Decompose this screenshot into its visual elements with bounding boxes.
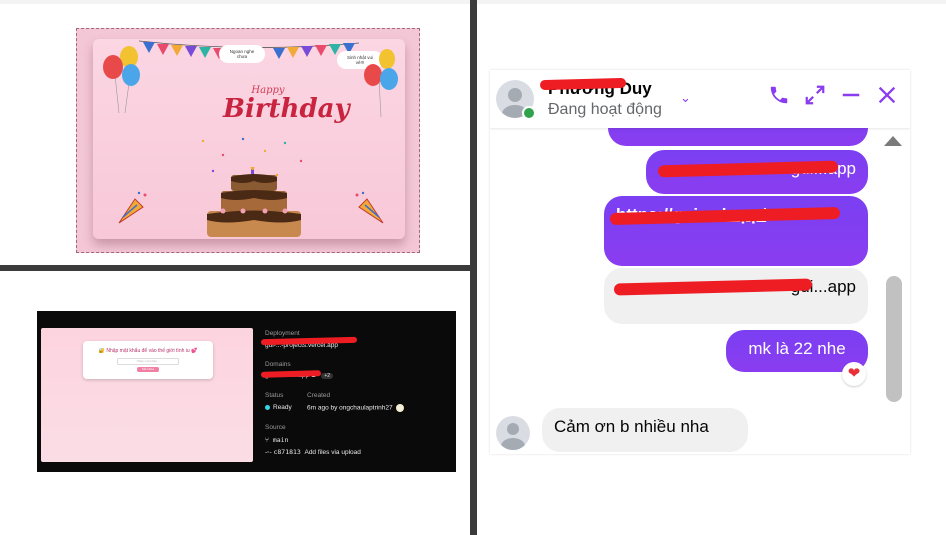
phone-icon[interactable] — [766, 84, 792, 112]
ready-dot-icon — [265, 404, 270, 410]
created-label: Created — [307, 392, 331, 399]
birthday-text: Birthday — [223, 94, 350, 124]
branch-row[interactable]: ⑂ main — [265, 436, 288, 444]
contact-status: Đang hoạt động — [548, 101, 662, 118]
minimize-icon[interactable] — [838, 84, 864, 112]
created-value: 6m ago by ongchaulaptrinh27 — [307, 404, 404, 412]
contact-avatar-small[interactable] — [496, 416, 530, 450]
horizontal-divider — [0, 265, 470, 271]
heart-reaction-icon[interactable]: ❤ — [842, 362, 866, 386]
balloons-left-icon — [103, 46, 140, 114]
close-icon[interactable] — [874, 84, 900, 112]
chevron-down-icon[interactable]: ⌄ — [680, 90, 691, 106]
message-text: mk là 22 nhe — [748, 339, 846, 358]
domains-extra-badge[interactable]: +2 — [321, 373, 334, 379]
chat-header: Phương Duy Đang hoạt động ⌄ — [490, 70, 910, 128]
redaction-mark — [260, 336, 358, 346]
branch-name: main — [272, 436, 289, 444]
message-bubble-preview[interactable]: gui...app — [604, 268, 868, 324]
birthday-card-preview: Ngoan nghe chưa Sinh nhật vui vẻ!!! Happ… — [76, 28, 420, 253]
scroll-up-arrow-icon[interactable] — [884, 136, 902, 146]
status-value: Ready — [265, 404, 292, 411]
status-text: Ready — [273, 404, 292, 411]
dialog-title: 🔐 Nhập mật khẩu để vào thế giới tình iu … — [98, 348, 198, 354]
unlock-button[interactable]: Mở khóa — [137, 367, 159, 372]
message-text: Cảm ơn b nhiều nha — [554, 417, 709, 436]
status-label: Status — [265, 392, 284, 399]
balloons-right-icon — [364, 49, 398, 118]
branch-icon: ⑂ — [265, 436, 273, 444]
message-bubble-received[interactable]: Cảm ơn b nhiều nha — [542, 408, 748, 452]
vercel-deployment-panel: 🔐 Nhập mật khẩu để vào thế giới tình iu … — [37, 311, 456, 472]
deployment-preview[interactable]: 🔐 Nhập mật khẩu để vào thế giới tình iu … — [41, 328, 253, 462]
user-silhouette-icon — [501, 423, 525, 450]
password-dialog: 🔐 Nhập mật khẩu để vào thế giới tình iu … — [83, 341, 213, 379]
birthday-cake-icon — [207, 167, 301, 237]
vertical-divider — [470, 0, 477, 535]
password-input[interactable]: Nhập mật khẩu... — [117, 358, 179, 365]
happy-birthday-title: Happy Birthday — [223, 85, 350, 124]
commit-hash: c871813 — [273, 448, 301, 456]
party-popper-right-icon — [355, 191, 384, 224]
deployment-label: Deployment — [265, 330, 300, 337]
birthday-card: Ngoan nghe chưa Sinh nhật vui vẻ!!! Happ… — [93, 39, 405, 239]
speech-cloud-left: Ngoan nghe chưa — [221, 47, 263, 61]
commit-message: Add files via upload — [304, 449, 361, 456]
party-popper-left-icon — [118, 191, 147, 224]
source-label: Source — [265, 424, 286, 431]
chat-window: Phương Duy Đang hoạt động ⌄ gui...app ht… — [490, 70, 910, 454]
commit-row[interactable]: -◦- c871813 Add files via upload — [265, 448, 361, 456]
domains-label: Domains — [265, 361, 291, 368]
user-avatar — [395, 404, 404, 412]
expand-icon[interactable] — [802, 84, 828, 112]
created-text: 6m ago by ongchaulaptrinh27 — [307, 404, 393, 412]
online-status-icon — [522, 106, 536, 120]
scrollbar-thumb[interactable] — [886, 276, 902, 402]
